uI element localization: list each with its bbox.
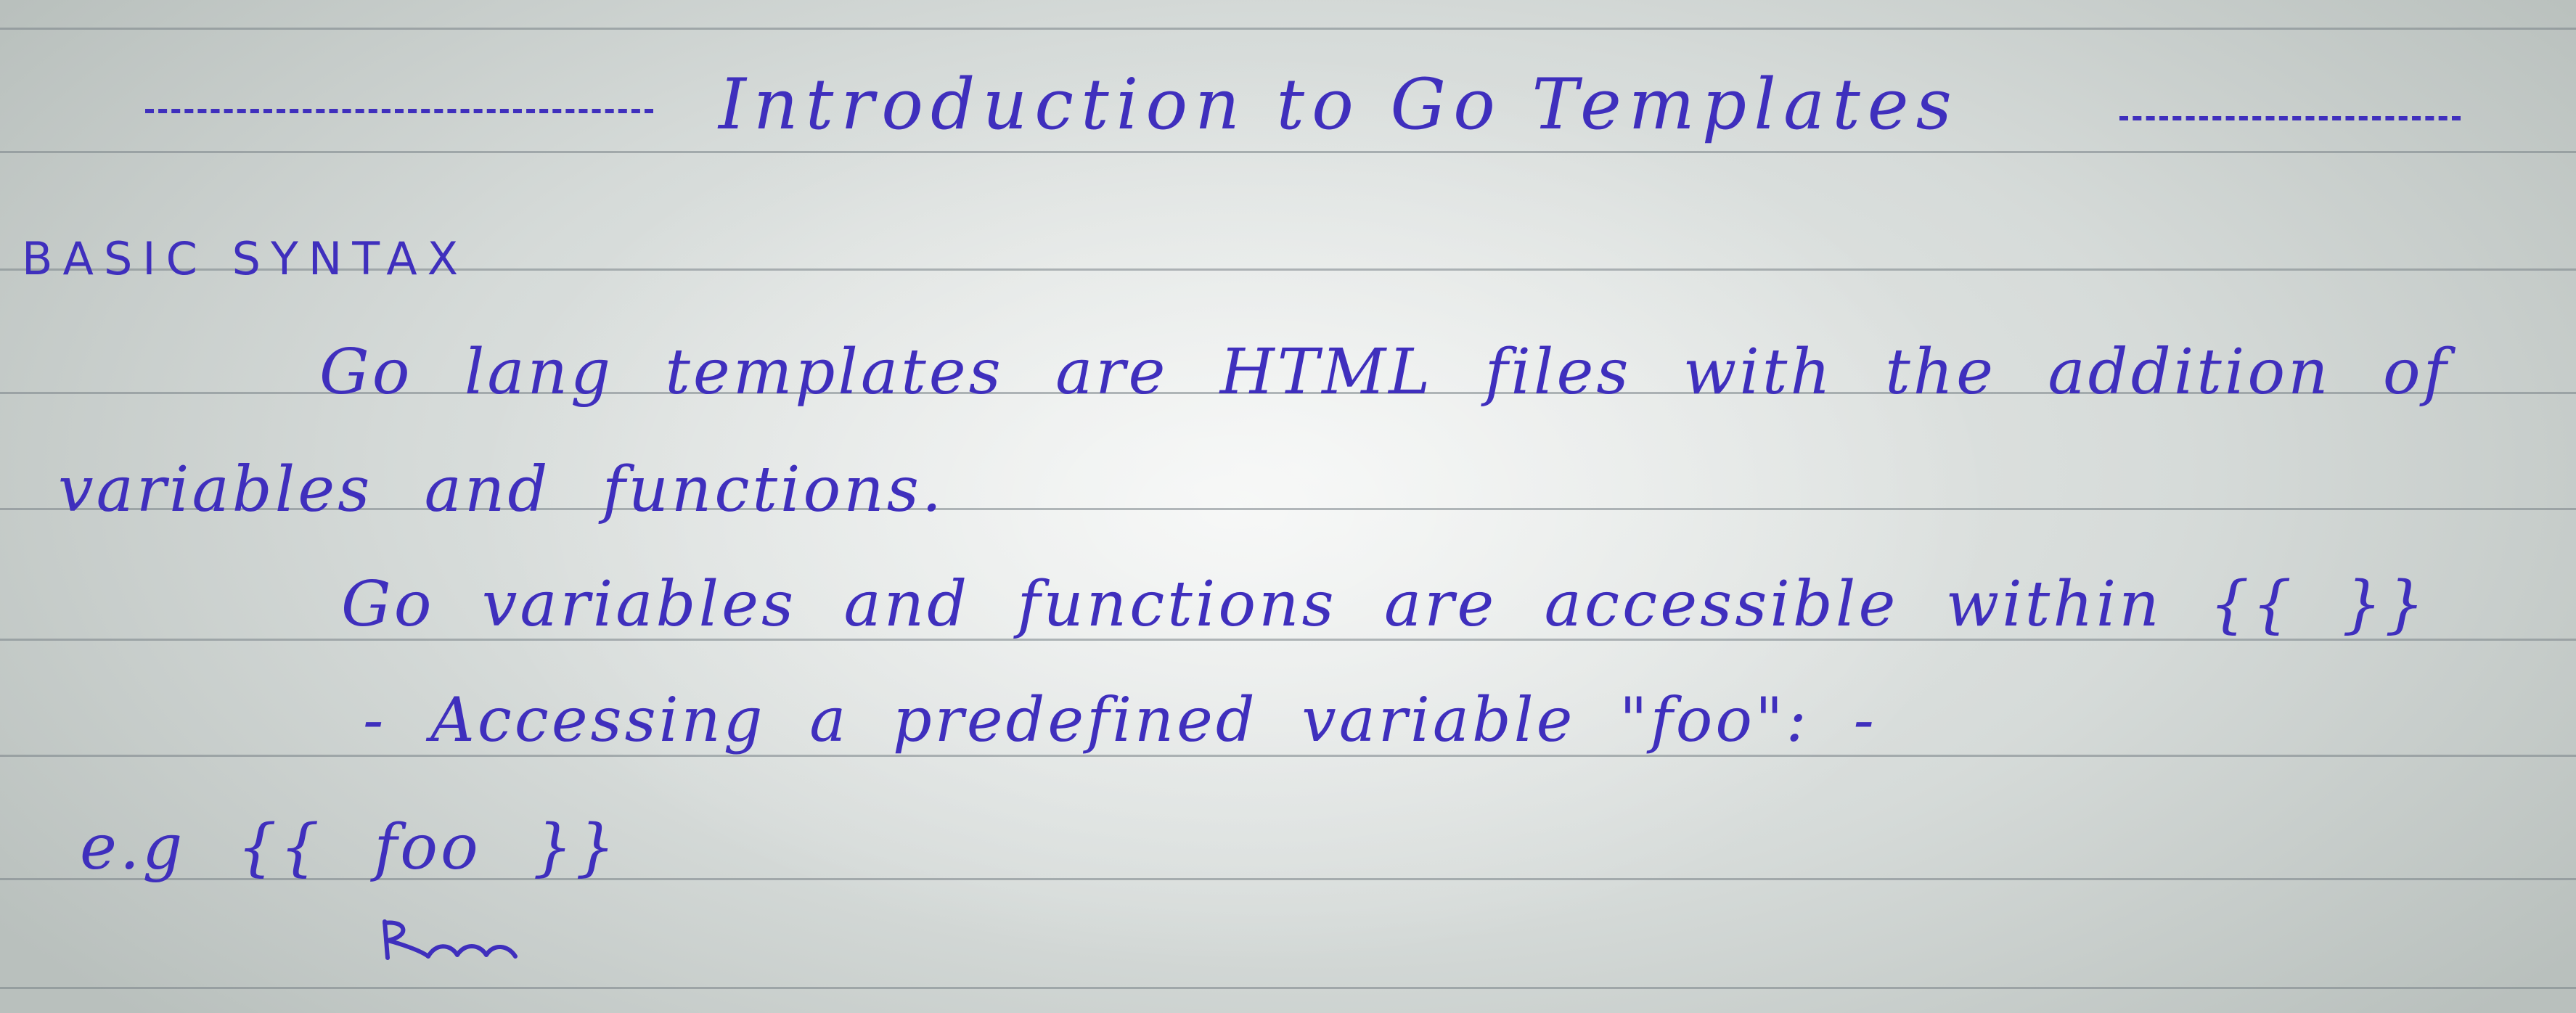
text-line-3: Go variables and functions are accessibl…: [341, 568, 2428, 641]
text-line-4: - Accessing a predefined variable "foo":…: [363, 684, 1877, 755]
title-dash-left: [145, 109, 653, 113]
section-heading: BASIC SYNTAX: [22, 232, 469, 285]
ruled-line: [0, 151, 2576, 153]
notebook-page: Introduction to Go Templates BASIC SYNTA…: [0, 0, 2576, 1013]
paragraph-line-1: Go lang templates are HTML files with th…: [319, 336, 2450, 409]
page-title: Introduction to Go Templates: [719, 64, 1959, 145]
signature-mark: [383, 919, 518, 960]
ruled-line: [0, 28, 2576, 30]
example-line: e.g {{ foo }}: [80, 811, 618, 884]
title-dash-right: [2119, 116, 2461, 120]
ruled-line: [0, 987, 2576, 989]
paragraph-line-2: variables and functions.: [58, 454, 945, 526]
